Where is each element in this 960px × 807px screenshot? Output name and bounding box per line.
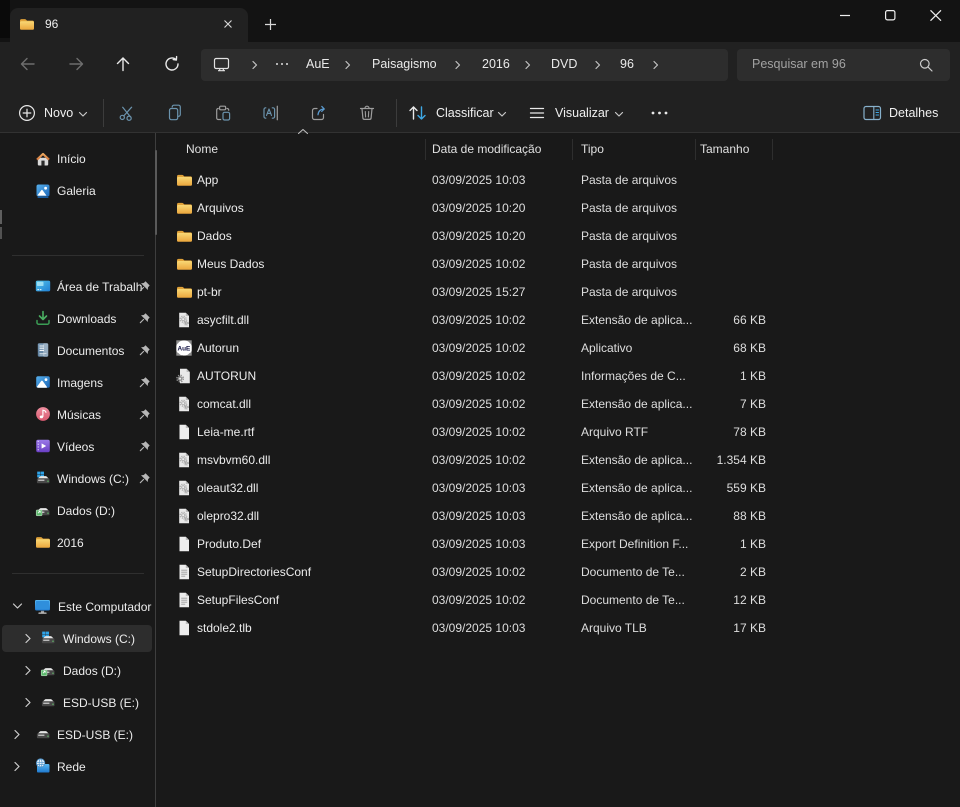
svg-text:AuE: AuE bbox=[178, 345, 192, 352]
